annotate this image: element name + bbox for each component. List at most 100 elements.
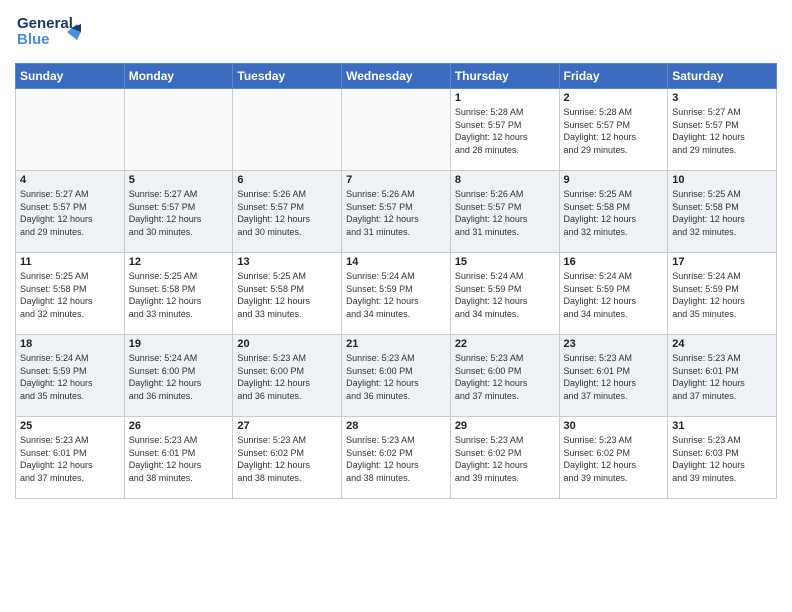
day-number: 24	[672, 338, 772, 350]
day-info: Sunrise: 5:27 AM Sunset: 5:57 PM Dayligh…	[129, 188, 229, 238]
calendar-cell: 18 Sunrise: 5:24 AM Sunset: 5:59 PM Dayli…	[16, 335, 125, 417]
day-number: 18	[20, 338, 120, 350]
day-number: 10	[672, 174, 772, 186]
calendar-cell: 21 Sunrise: 5:23 AM Sunset: 6:00 PM Dayli…	[342, 335, 451, 417]
calendar-cell: 10 Sunrise: 5:25 AM Sunset: 5:58 PM Dayli…	[668, 171, 777, 253]
day-number: 7	[346, 174, 446, 186]
calendar-cell: 5 Sunrise: 5:27 AM Sunset: 5:57 PM Daylig…	[124, 171, 233, 253]
day-number: 22	[455, 338, 555, 350]
calendar-table: SundayMondayTuesdayWednesdayThursdayFrid…	[15, 63, 777, 499]
calendar-cell: 9 Sunrise: 5:25 AM Sunset: 5:58 PM Daylig…	[559, 171, 668, 253]
calendar-cell: 1 Sunrise: 5:28 AM Sunset: 5:57 PM Daylig…	[450, 89, 559, 171]
calendar-cell: 29 Sunrise: 5:23 AM Sunset: 6:02 PM Dayli…	[450, 417, 559, 499]
day-number: 30	[564, 420, 664, 432]
day-info: Sunrise: 5:28 AM Sunset: 5:57 PM Dayligh…	[455, 106, 555, 156]
day-info: Sunrise: 5:23 AM Sunset: 6:02 PM Dayligh…	[455, 434, 555, 484]
day-of-week-header: Saturday	[668, 64, 777, 89]
calendar-cell	[16, 89, 125, 171]
day-number: 28	[346, 420, 446, 432]
calendar-cell: 7 Sunrise: 5:26 AM Sunset: 5:57 PM Daylig…	[342, 171, 451, 253]
day-info: Sunrise: 5:23 AM Sunset: 6:01 PM Dayligh…	[672, 352, 772, 402]
day-of-week-header: Monday	[124, 64, 233, 89]
day-number: 5	[129, 174, 229, 186]
day-number: 2	[564, 92, 664, 104]
day-info: Sunrise: 5:27 AM Sunset: 5:57 PM Dayligh…	[672, 106, 772, 156]
day-info: Sunrise: 5:26 AM Sunset: 5:57 PM Dayligh…	[346, 188, 446, 238]
day-info: Sunrise: 5:26 AM Sunset: 5:57 PM Dayligh…	[237, 188, 337, 238]
calendar-week-row: 1 Sunrise: 5:28 AM Sunset: 5:57 PM Daylig…	[16, 89, 777, 171]
calendar-cell: 30Sunrise: 5:23 AM Sunset: 6:02 PM Dayli…	[559, 417, 668, 499]
day-info: Sunrise: 5:28 AM Sunset: 5:57 PM Dayligh…	[564, 106, 664, 156]
day-number: 26	[129, 420, 229, 432]
calendar-cell	[233, 89, 342, 171]
day-info: Sunrise: 5:23 AM Sunset: 6:02 PM Dayligh…	[346, 434, 446, 484]
logo: General Blue	[15, 10, 85, 57]
day-number: 15	[455, 256, 555, 268]
calendar-cell: 23Sunrise: 5:23 AM Sunset: 6:01 PM Dayli…	[559, 335, 668, 417]
day-info: Sunrise: 5:25 AM Sunset: 5:58 PM Dayligh…	[564, 188, 664, 238]
day-number: 29	[455, 420, 555, 432]
day-info: Sunrise: 5:24 AM Sunset: 5:59 PM Dayligh…	[20, 352, 120, 402]
calendar-cell: 28 Sunrise: 5:23 AM Sunset: 6:02 PM Dayli…	[342, 417, 451, 499]
day-number: 12	[129, 256, 229, 268]
day-number: 25	[20, 420, 120, 432]
day-number: 27	[237, 420, 337, 432]
day-info: Sunrise: 5:23 AM Sunset: 6:00 PM Dayligh…	[346, 352, 446, 402]
day-info: Sunrise: 5:23 AM Sunset: 6:03 PM Dayligh…	[672, 434, 772, 484]
calendar-cell: 26 Sunrise: 5:23 AM Sunset: 6:01 PM Dayli…	[124, 417, 233, 499]
calendar-week-row: 18 Sunrise: 5:24 AM Sunset: 5:59 PM Dayli…	[16, 335, 777, 417]
day-info: Sunrise: 5:24 AM Sunset: 5:59 PM Dayligh…	[455, 270, 555, 320]
day-number: 21	[346, 338, 446, 350]
day-info: Sunrise: 5:25 AM Sunset: 5:58 PM Dayligh…	[20, 270, 120, 320]
day-info: Sunrise: 5:23 AM Sunset: 6:00 PM Dayligh…	[455, 352, 555, 402]
day-number: 9	[564, 174, 664, 186]
day-number: 19	[129, 338, 229, 350]
day-info: Sunrise: 5:23 AM Sunset: 6:00 PM Dayligh…	[237, 352, 337, 402]
calendar-cell: 6 Sunrise: 5:26 AM Sunset: 5:57 PM Daylig…	[233, 171, 342, 253]
day-number: 11	[20, 256, 120, 268]
calendar-cell: 31Sunrise: 5:23 AM Sunset: 6:03 PM Dayli…	[668, 417, 777, 499]
page: General Blue SundayMondayTuesdayWednesda…	[0, 0, 792, 612]
day-number: 1	[455, 92, 555, 104]
day-info: Sunrise: 5:27 AM Sunset: 5:57 PM Dayligh…	[20, 188, 120, 238]
day-number: 17	[672, 256, 772, 268]
calendar-cell: 16Sunrise: 5:24 AM Sunset: 5:59 PM Dayli…	[559, 253, 668, 335]
logo-icon: General Blue	[15, 10, 85, 52]
day-number: 23	[564, 338, 664, 350]
calendar-cell	[124, 89, 233, 171]
day-of-week-header: Friday	[559, 64, 668, 89]
calendar-cell: 2 Sunrise: 5:28 AM Sunset: 5:57 PM Daylig…	[559, 89, 668, 171]
day-info: Sunrise: 5:24 AM Sunset: 5:59 PM Dayligh…	[346, 270, 446, 320]
day-info: Sunrise: 5:24 AM Sunset: 6:00 PM Dayligh…	[129, 352, 229, 402]
day-number: 4	[20, 174, 120, 186]
day-number: 20	[237, 338, 337, 350]
calendar-cell: 4 Sunrise: 5:27 AM Sunset: 5:57 PM Daylig…	[16, 171, 125, 253]
calendar-week-row: 11 Sunrise: 5:25 AM Sunset: 5:58 PM Dayli…	[16, 253, 777, 335]
calendar-cell: 14 Sunrise: 5:24 AM Sunset: 5:59 PM Dayli…	[342, 253, 451, 335]
calendar-cell: 3 Sunrise: 5:27 AM Sunset: 5:57 PM Daylig…	[668, 89, 777, 171]
day-of-week-header: Tuesday	[233, 64, 342, 89]
calendar-cell	[342, 89, 451, 171]
day-number: 3	[672, 92, 772, 104]
calendar-cell: 17 Sunrise: 5:24 AM Sunset: 5:59 PM Dayli…	[668, 253, 777, 335]
day-number: 6	[237, 174, 337, 186]
day-info: Sunrise: 5:24 AM Sunset: 5:59 PM Dayligh…	[672, 270, 772, 320]
calendar-cell: 24 Sunrise: 5:23 AM Sunset: 6:01 PM Dayli…	[668, 335, 777, 417]
day-info: Sunrise: 5:23 AM Sunset: 6:01 PM Dayligh…	[20, 434, 120, 484]
calendar-cell: 19 Sunrise: 5:24 AM Sunset: 6:00 PM Dayli…	[124, 335, 233, 417]
day-info: Sunrise: 5:23 AM Sunset: 6:02 PM Dayligh…	[237, 434, 337, 484]
calendar-cell: 15 Sunrise: 5:24 AM Sunset: 5:59 PM Dayli…	[450, 253, 559, 335]
calendar-cell: 13Sunrise: 5:25 AM Sunset: 5:58 PM Dayli…	[233, 253, 342, 335]
day-of-week-header: Thursday	[450, 64, 559, 89]
day-of-week-header: Sunday	[16, 64, 125, 89]
day-number: 14	[346, 256, 446, 268]
day-info: Sunrise: 5:23 AM Sunset: 6:01 PM Dayligh…	[129, 434, 229, 484]
calendar-week-row: 25 Sunrise: 5:23 AM Sunset: 6:01 PM Dayli…	[16, 417, 777, 499]
day-of-week-header: Wednesday	[342, 64, 451, 89]
day-info: Sunrise: 5:25 AM Sunset: 5:58 PM Dayligh…	[237, 270, 337, 320]
calendar-header-row: SundayMondayTuesdayWednesdayThursdayFrid…	[16, 64, 777, 89]
day-info: Sunrise: 5:25 AM Sunset: 5:58 PM Dayligh…	[672, 188, 772, 238]
day-number: 16	[564, 256, 664, 268]
calendar-cell: 25 Sunrise: 5:23 AM Sunset: 6:01 PM Dayli…	[16, 417, 125, 499]
calendar-cell: 12Sunrise: 5:25 AM Sunset: 5:58 PM Dayli…	[124, 253, 233, 335]
